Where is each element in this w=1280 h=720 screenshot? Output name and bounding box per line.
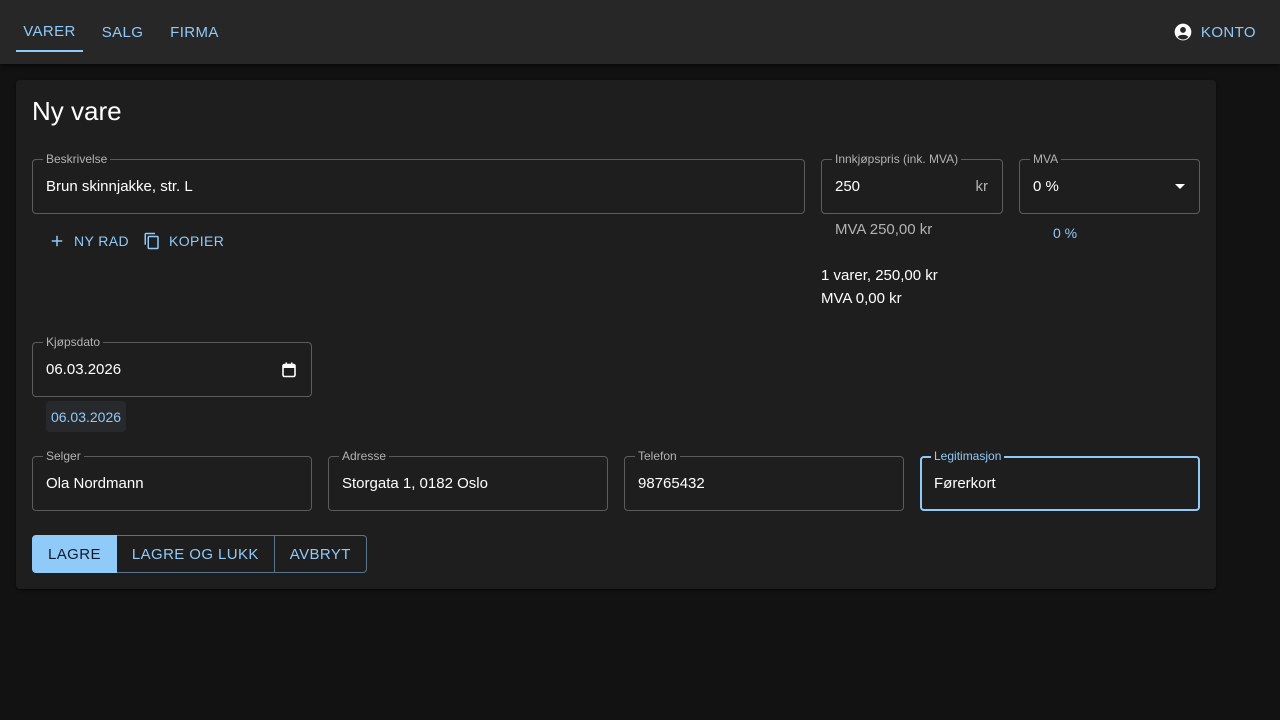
save-button[interactable]: LAGRE bbox=[32, 535, 117, 573]
beskrivelse-value: Brun skinnjakke, str. L bbox=[46, 178, 193, 195]
innkjopspris-helper: MVA 250,00 kr bbox=[835, 221, 933, 238]
cancel-button[interactable]: AVBRYT bbox=[274, 535, 367, 573]
currency-suffix: kr bbox=[975, 178, 989, 195]
telefon-field[interactable]: Telefon 98765432 bbox=[624, 449, 904, 511]
kjopsdato-label: Kjøpsdato bbox=[43, 335, 104, 349]
account-circle-icon bbox=[1174, 23, 1192, 41]
tab-label: FIRMA bbox=[170, 23, 219, 41]
tab-salg[interactable]: SALG bbox=[93, 12, 152, 52]
tab-varer[interactable]: VARER bbox=[16, 12, 83, 52]
innkjopspris-value: 250 bbox=[835, 178, 861, 195]
beskrivelse-label: Beskrivelse bbox=[43, 152, 111, 166]
tab-firma[interactable]: FIRMA bbox=[162, 12, 227, 52]
new-row-button[interactable]: NY RAD bbox=[48, 226, 129, 256]
summary-items: 1 varer, 250,00 kr bbox=[821, 267, 938, 284]
telefon-value: 98765432 bbox=[638, 475, 705, 492]
legitimasjon-field[interactable]: Legitimasjon Førerkort bbox=[920, 449, 1200, 511]
legitimasjon-label: Legitimasjon bbox=[931, 449, 1005, 463]
account-label: KONTO bbox=[1200, 23, 1256, 41]
page-title: Ny vare bbox=[32, 96, 122, 126]
kjopsdato-field[interactable]: Kjøpsdato 06.03.2026 bbox=[32, 335, 312, 397]
selger-label: Selger bbox=[43, 449, 84, 463]
adresse-field[interactable]: Adresse Storgata 1, 0182 Oslo bbox=[328, 449, 608, 511]
adresse-label: Adresse bbox=[339, 449, 390, 463]
tab-label: SALG bbox=[101, 23, 144, 41]
adresse-value: Storgata 1, 0182 Oslo bbox=[342, 475, 488, 492]
calendar-icon[interactable] bbox=[282, 362, 296, 378]
kjopsdato-value: 06.03.2026 bbox=[46, 361, 122, 378]
action-button-group: LAGRE LAGRE OG LUKK AVBRYT bbox=[32, 535, 367, 573]
plus-icon bbox=[51, 235, 63, 247]
date-chip[interactable]: 06.03.2026 bbox=[46, 401, 126, 432]
summary-mva: MVA 0,00 kr bbox=[821, 290, 902, 307]
copy-icon bbox=[144, 232, 159, 250]
new-row-label: NY RAD bbox=[74, 233, 130, 249]
save-close-button[interactable]: LAGRE OG LUKK bbox=[116, 535, 275, 573]
selger-field[interactable]: Selger Ola Nordmann bbox=[32, 449, 312, 511]
mva-value: 0 % bbox=[1033, 178, 1059, 195]
beskrivelse-field[interactable]: Beskrivelse Brun skinnjakke, str. L bbox=[32, 152, 805, 214]
innkjopspris-field[interactable]: Innkjøpspris (ink. MVA) 250 kr bbox=[821, 152, 1003, 214]
tab-label: VARER bbox=[23, 22, 76, 40]
dropdown-arrow-icon bbox=[1175, 184, 1185, 189]
selger-value: Ola Nordmann bbox=[46, 475, 144, 492]
mva-select[interactable]: MVA 0 % bbox=[1019, 152, 1200, 214]
telefon-label: Telefon bbox=[635, 449, 680, 463]
mva-label: MVA bbox=[1030, 152, 1062, 166]
legitimasjon-value: Førerkort bbox=[934, 475, 996, 492]
account-button[interactable]: KONTO bbox=[1173, 20, 1256, 44]
mva-option-link[interactable]: 0 % bbox=[1053, 225, 1077, 241]
app-bar: VARER SALG FIRMA KONTO bbox=[0, 0, 1280, 64]
copy-label: KOPIER bbox=[169, 233, 225, 249]
innkjopspris-label: Innkjøpspris (ink. MVA) bbox=[832, 152, 962, 166]
copy-button[interactable]: KOPIER bbox=[143, 226, 224, 256]
